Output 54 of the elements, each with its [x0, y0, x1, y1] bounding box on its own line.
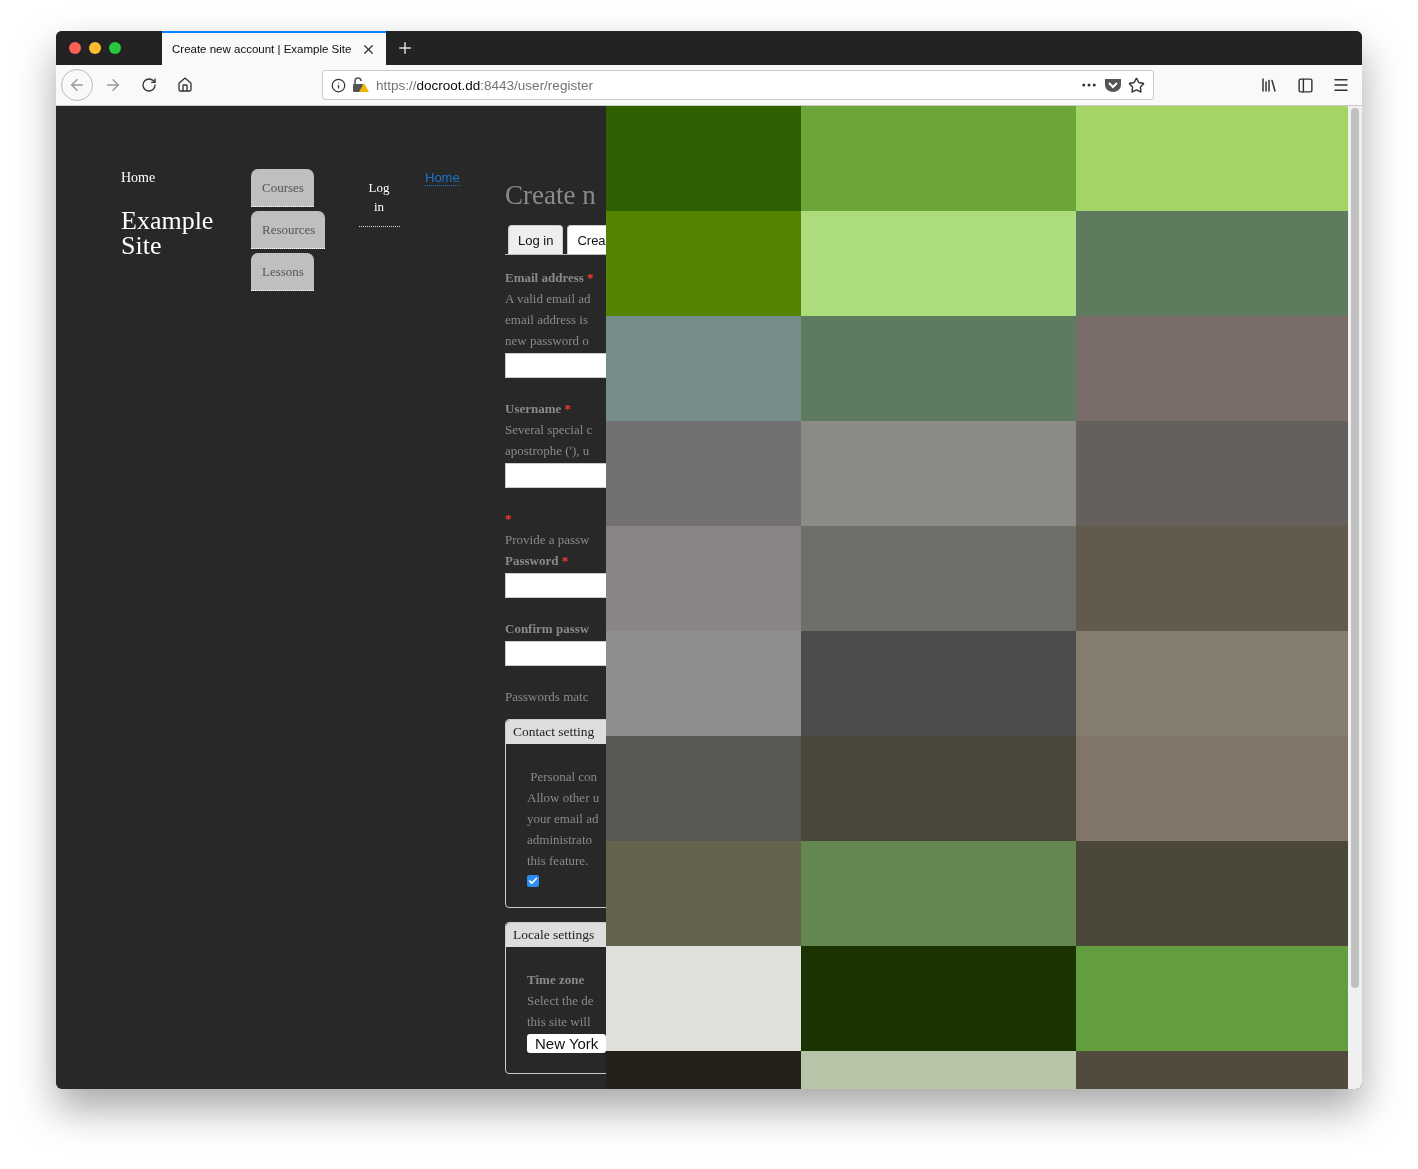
- help-text: Several special c: [505, 421, 594, 439]
- field-label: Confirm passw: [505, 620, 591, 638]
- close-light[interactable]: [69, 42, 81, 54]
- field-label: Time zone: [527, 971, 586, 989]
- home-link[interactable]: Home: [121, 170, 156, 186]
- input-field[interactable]: [505, 353, 606, 378]
- login-link[interactable]: Log in: [359, 178, 400, 227]
- menu-icon[interactable]: [1332, 76, 1350, 94]
- zoom-light[interactable]: [109, 42, 121, 54]
- library-icon[interactable]: [1260, 76, 1278, 94]
- nav-tab[interactable]: Resources: [251, 211, 326, 249]
- nav-tab[interactable]: Courses: [251, 169, 314, 207]
- address-bar[interactable]: https://docroot.dd:8443/user/register: [322, 70, 1154, 100]
- fieldset-legend[interactable]: Locale settings: [506, 923, 606, 947]
- home-icon[interactable]: [177, 77, 193, 93]
- new-tab-icon[interactable]: [396, 39, 414, 57]
- help-text: this feature.: [527, 852, 590, 870]
- help-text: apostrophe ('), u: [505, 442, 591, 460]
- field-label: Username *: [505, 400, 573, 418]
- pocket-icon[interactable]: [1104, 77, 1122, 93]
- timezone-select[interactable]: New York: [527, 1034, 606, 1053]
- info-icon[interactable]: [331, 77, 346, 93]
- help-text: Provide a passw: [505, 531, 591, 549]
- nav-tab[interactable]: Lessons: [251, 253, 314, 291]
- help-text: Allow other u: [527, 789, 601, 807]
- help-text: email address is: [505, 311, 590, 329]
- sidebar-icon[interactable]: [1296, 76, 1314, 94]
- form-tab[interactable]: Crea: [567, 225, 606, 254]
- help-text: A valid email ad: [505, 290, 592, 308]
- checkbox[interactable]: [527, 875, 539, 887]
- field-label: Email address *: [505, 269, 595, 287]
- help-text: Personal con: [529, 768, 599, 786]
- form-tab[interactable]: Log in: [508, 225, 564, 254]
- help-text: administrato: [527, 831, 593, 849]
- page-title: Create n: [505, 180, 597, 211]
- reload-icon[interactable]: [141, 77, 157, 93]
- input-field[interactable]: [505, 641, 606, 666]
- forward-arrow-icon[interactable]: [104, 76, 122, 94]
- field-label: *: [505, 510, 513, 528]
- help-text: new password o: [505, 332, 590, 350]
- input-field[interactable]: [505, 463, 606, 488]
- site-name: Example Site: [121, 208, 215, 258]
- browser-tab[interactable]: Create new account | Example Site: [162, 31, 386, 65]
- help-text: your email ad: [527, 810, 600, 828]
- input-field[interactable]: [505, 573, 606, 598]
- fieldset-legend[interactable]: Contact setting: [506, 720, 606, 744]
- insecure-lock-icon[interactable]: [352, 77, 370, 93]
- minimize-light[interactable]: [89, 42, 101, 54]
- help-text: this site will: [527, 1013, 592, 1031]
- scrollbar-thumb[interactable]: [1351, 108, 1359, 988]
- field-label: Password *: [505, 552, 570, 570]
- help-text: Passwords matc: [505, 688, 590, 706]
- bookmark-star-icon[interactable]: [1128, 76, 1145, 94]
- help-text: Select the de: [527, 992, 595, 1010]
